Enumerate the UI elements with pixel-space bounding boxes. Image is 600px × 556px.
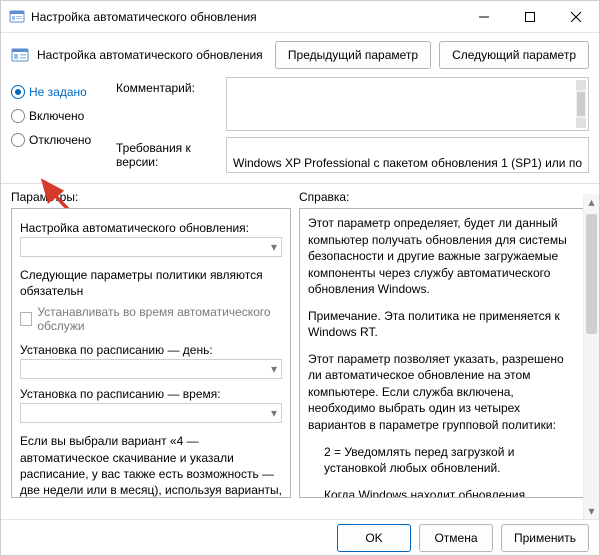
- content-scrollbar[interactable]: ▴ ▾: [583, 194, 599, 519]
- checkbox-icon: [20, 312, 32, 326]
- help-paragraph: Примечание. Эта политика не применяется …: [308, 308, 580, 341]
- checkbox-label: Устанавливать во время автоматического о…: [37, 305, 282, 333]
- setting-dropdown[interactable]: ▾: [20, 237, 282, 257]
- meta-column: Комментарий: Требования к версии: Window…: [116, 77, 589, 179]
- scroll-up-icon: ▴: [584, 194, 599, 210]
- page-title: Настройка автоматического обновления: [37, 48, 267, 62]
- comment-label: Комментарий:: [116, 77, 226, 95]
- radio-not-configured[interactable]: Не задано: [11, 85, 116, 99]
- chevron-down-icon: ▾: [271, 240, 277, 254]
- help-paragraph: 2 = Уведомлять перед загрузкой и установ…: [308, 444, 580, 477]
- window-title: Настройка автоматического обновления: [31, 10, 257, 24]
- minimize-button[interactable]: [461, 1, 507, 33]
- radio-enabled[interactable]: Включено: [11, 109, 116, 123]
- variant4-note: Если вы выбрали вариант «4 — автоматичес…: [20, 433, 282, 498]
- policy-icon: [11, 46, 29, 64]
- requirements-value: Windows XP Professional с пакетом обновл…: [233, 156, 582, 173]
- scroll-thumb[interactable]: [586, 214, 597, 334]
- schedule-day-label: Установка по расписанию — день:: [20, 343, 282, 357]
- previous-setting-button[interactable]: Предыдущий параметр: [275, 41, 431, 69]
- chk-install-during-maintenance[interactable]: Устанавливать во время автоматического о…: [20, 305, 282, 333]
- ok-button[interactable]: OK: [337, 524, 411, 552]
- lower-panels: Настройка автоматического обновления: ▾ …: [1, 208, 599, 498]
- help-heading: Справка:: [299, 186, 589, 208]
- scroll-down-icon: ▾: [584, 503, 599, 519]
- radio-label: Включено: [29, 109, 84, 123]
- maximize-button[interactable]: [507, 1, 553, 33]
- help-paragraph: Этот параметр позволяет указать, разреше…: [308, 351, 580, 434]
- chevron-down-icon: ▾: [271, 406, 277, 420]
- help-panel: Этот параметр определяет, будет ли данны…: [299, 208, 589, 498]
- divider: [1, 183, 599, 184]
- radio-icon: [11, 133, 25, 147]
- close-button[interactable]: [553, 1, 599, 33]
- radio-icon: [11, 109, 25, 123]
- comment-textarea[interactable]: [226, 77, 589, 131]
- dialog-footer: OK Отмена Применить: [1, 519, 599, 555]
- schedule-time-dropdown[interactable]: ▾: [20, 403, 282, 423]
- help-paragraph: Когда Windows находит обновления, примен…: [308, 487, 580, 498]
- parameters-panel: Настройка автоматического обновления: ▾ …: [11, 208, 291, 498]
- requirements-text[interactable]: Windows XP Professional с пакетом обновл…: [226, 137, 589, 173]
- schedule-time-label: Установка по расписанию — время:: [20, 387, 282, 401]
- radio-label: Отключено: [29, 133, 91, 147]
- next-setting-button[interactable]: Следующий параметр: [439, 41, 589, 69]
- requirements-row: Требования к версии: Windows XP Professi…: [116, 137, 589, 173]
- comment-row: Комментарий:: [116, 77, 589, 131]
- setting-label: Настройка автоматического обновления:: [20, 221, 282, 235]
- chevron-down-icon: ▾: [271, 362, 277, 376]
- header-row: Настройка автоматического обновления Пре…: [1, 33, 599, 75]
- app-icon: [9, 9, 25, 25]
- radio-disabled[interactable]: Отключено: [11, 133, 116, 147]
- apply-button[interactable]: Применить: [501, 524, 589, 552]
- cancel-button[interactable]: Отмена: [419, 524, 493, 552]
- window-buttons: [461, 1, 599, 33]
- requirements-label: Требования к версии:: [116, 137, 226, 169]
- state-radios: Не задано Включено Отключено: [11, 77, 116, 179]
- titlebar: Настройка автоматического обновления: [1, 1, 599, 33]
- parameters-heading: Параметры:: [11, 186, 299, 208]
- policy-note: Следующие параметры политики являются об…: [20, 267, 282, 299]
- help-paragraph: Этот параметр определяет, будет ли данны…: [308, 215, 580, 298]
- schedule-day-dropdown[interactable]: ▾: [20, 359, 282, 379]
- radio-label: Не задано: [29, 85, 87, 99]
- textarea-scrollbar[interactable]: [576, 80, 586, 128]
- config-area: Не задано Включено Отключено Комментарий…: [1, 75, 599, 179]
- panel-labels: Параметры: Справка:: [1, 186, 599, 208]
- radio-icon: [11, 85, 25, 99]
